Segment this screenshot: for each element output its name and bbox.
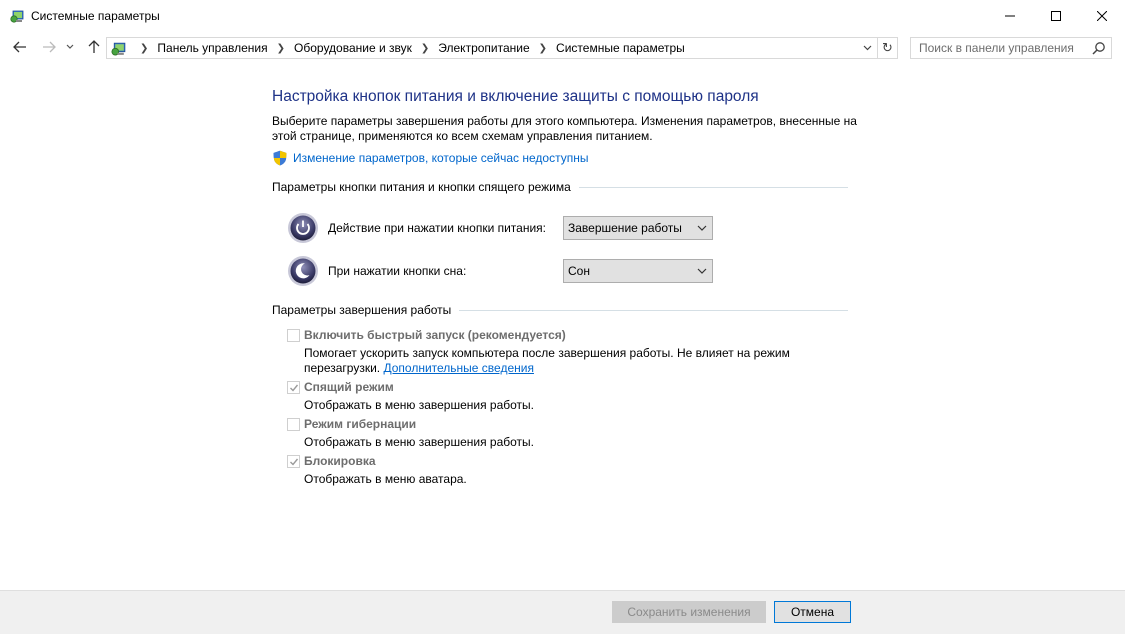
breadcrumb-control-panel[interactable]: Панель управления — [157, 41, 267, 55]
chevron-down-icon — [697, 225, 707, 231]
refresh-icon: ↻ — [882, 40, 893, 55]
shutdown-settings-section-header: Параметры завершения работы — [272, 302, 848, 318]
minimize-icon — [1005, 15, 1015, 17]
chevron-right-icon[interactable]: ❯ — [277, 43, 285, 54]
navigation-bar: ❯ Панель управления ❯ Оборудование и зву… — [0, 32, 1125, 62]
fast-startup-checkbox[interactable] — [287, 329, 300, 342]
chevron-down-icon — [863, 45, 871, 51]
maximize-icon — [1051, 11, 1061, 21]
footer-bar: Сохранить изменения Отмена — [0, 590, 1125, 634]
address-bar[interactable]: ❯ Панель управления ❯ Оборудование и зву… — [106, 37, 878, 59]
divider — [578, 186, 848, 188]
sleep-button-row: При нажатии кнопки сна: — [287, 255, 466, 287]
breadcrumb-hardware-sound[interactable]: Оборудование и звук — [294, 41, 412, 55]
chevron-right-icon[interactable]: ❯ — [421, 43, 429, 54]
section-label: Параметры завершения работы — [272, 303, 452, 317]
breadcrumb: ❯ Панель управления ❯ Оборудование и зву… — [131, 41, 685, 55]
search-icon[interactable] — [1092, 41, 1106, 55]
hibernate-checkbox[interactable] — [287, 418, 300, 431]
chevron-down-icon — [66, 44, 74, 49]
breadcrumb-system-settings[interactable]: Системные параметры — [556, 41, 685, 55]
power-button-icon — [288, 213, 318, 243]
window-title: Системные параметры — [31, 9, 160, 23]
arrow-up-icon — [88, 40, 100, 53]
chevron-right-icon[interactable]: ❯ — [140, 43, 148, 54]
forward-button[interactable] — [39, 38, 59, 56]
fast-startup-description-text: Помогает ускорить запуск компьютера посл… — [304, 346, 790, 375]
back-button[interactable] — [10, 38, 30, 56]
control-panel-icon — [10, 10, 24, 23]
main-content: Настройка кнопок питания и включение защ… — [0, 62, 1125, 590]
page-description: Выберите параметры завершения работы для… — [272, 114, 857, 143]
page-title: Настройка кнопок питания и включение защ… — [272, 88, 759, 105]
arrow-right-icon — [43, 41, 56, 53]
recent-locations-button[interactable] — [63, 38, 77, 56]
lock-checkbox[interactable] — [287, 455, 300, 468]
sleep-button-icon — [288, 256, 318, 286]
change-settings-link-row[interactable]: Изменение параметров, которые сейчас нед… — [272, 150, 589, 166]
chevron-right-icon[interactable]: ❯ — [539, 43, 547, 54]
sleep-checkbox[interactable] — [287, 381, 300, 394]
close-button[interactable] — [1079, 0, 1125, 32]
control-panel-icon — [111, 42, 126, 56]
fast-startup-description: Помогает ускорить запуск компьютера посл… — [304, 346, 824, 376]
power-button-row: Действие при нажатии кнопки питания: — [287, 212, 546, 244]
change-unavailable-settings-link[interactable]: Изменение параметров, которые сейчас нед… — [293, 151, 589, 165]
power-buttons-section-header: Параметры кнопки питания и кнопки спящег… — [272, 179, 848, 195]
save-changes-button[interactable]: Сохранить изменения — [612, 601, 766, 623]
sleep-description: Отображать в меню завершения работы. — [304, 398, 535, 412]
sleep-button-action-value: Сон — [568, 264, 590, 278]
search-input[interactable] — [911, 38, 1089, 58]
address-dropdown-button[interactable] — [859, 40, 875, 56]
uac-shield-icon — [273, 150, 287, 166]
up-button[interactable] — [84, 38, 104, 56]
refresh-button[interactable]: ↻ — [877, 37, 898, 59]
maximize-button[interactable] — [1033, 0, 1079, 32]
divider — [459, 309, 848, 311]
breadcrumb-power-options[interactable]: Электропитание — [438, 41, 529, 55]
lock-description: Отображать в меню аватара. — [304, 472, 467, 486]
sleep-button-action-select[interactable]: Сон — [563, 259, 713, 283]
hibernate-label: Режим гибернации — [304, 417, 417, 431]
sleep-label: Спящий режим — [304, 380, 394, 394]
checkmark-icon — [290, 458, 299, 466]
power-button-label: Действие при нажатии кнопки питания: — [328, 221, 547, 235]
chevron-down-icon — [697, 268, 707, 274]
close-icon — [1097, 11, 1107, 21]
cancel-button[interactable]: Отмена — [774, 601, 851, 623]
hibernate-description: Отображать в меню завершения работы. — [304, 435, 535, 449]
power-button-action-select[interactable]: Завершение работы — [563, 216, 713, 240]
title-bar: Системные параметры — [0, 0, 1125, 32]
arrow-left-icon — [13, 41, 26, 53]
sleep-button-label: При нажатии кнопки сна: — [328, 264, 467, 278]
search-box[interactable] — [910, 37, 1112, 59]
checkmark-icon — [290, 384, 299, 392]
section-label: Параметры кнопки питания и кнопки спящег… — [272, 180, 571, 194]
power-button-action-value: Завершение работы — [568, 221, 682, 235]
more-info-link[interactable]: Дополнительные сведения — [383, 361, 533, 375]
lock-label: Блокировка — [304, 454, 376, 468]
fast-startup-label: Включить быстрый запуск (рекомендуется) — [304, 328, 566, 342]
minimize-button[interactable] — [987, 0, 1033, 32]
